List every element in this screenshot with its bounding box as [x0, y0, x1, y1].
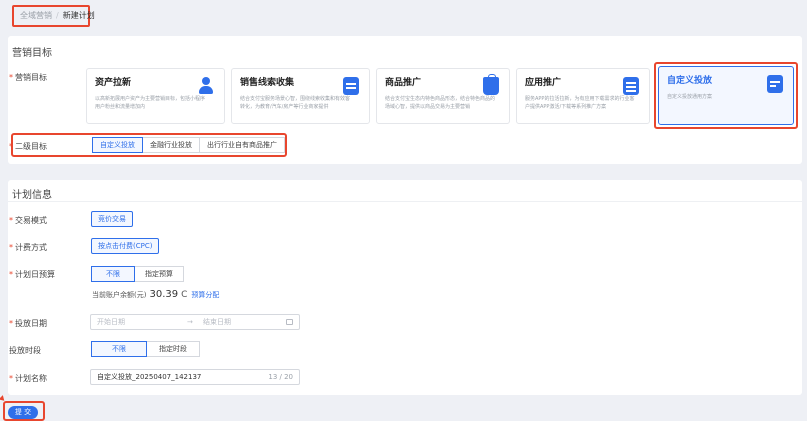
billing-label: * 计费方式 — [9, 243, 47, 252]
plan-name-input[interactable]: 自定义投放_20250407_142137 13 / 20 — [90, 369, 300, 385]
sub-goal-options: 自定义投放 金融行业投放 出行行业自有商品推广 — [92, 137, 285, 153]
daily-budget-label: * 计划日预算 — [9, 270, 55, 279]
balance-label: 当前账户余额(元) — [92, 291, 147, 299]
account-balance: 当前账户余额(元) 30.39 C 预算分配 — [92, 289, 219, 300]
goal-card-app-promotion[interactable]: 应用推广 服务APP的拉活拉新，为有应用下载需求的行业客户提供APP激活/下载等… — [516, 68, 650, 124]
sub-goal-label: * 二级目标 — [9, 142, 47, 151]
plan-name-value: 自定义投放_20250407_142137 — [97, 373, 202, 381]
marketing-goal-title: 营销目标 — [12, 48, 52, 59]
time-slot-options: 不限 指定时段 — [91, 341, 200, 357]
time-slot-unlimited[interactable]: 不限 — [91, 341, 147, 357]
breadcrumb-separator: / — [56, 11, 59, 20]
delivery-date-label: * 投放日期 — [9, 319, 47, 328]
app-icon — [623, 77, 639, 95]
goal-card-product-promotion[interactable]: 商品推广 结合支付宝生态内特色商品形态，结合特色商品的场域心智，提供以商品交易为… — [376, 68, 510, 124]
daily-budget-options: 不限 指定预算 — [91, 266, 184, 282]
goal-card-asset-acquisition[interactable]: 资产拉新 以高新拓展用户资产为主要营销目标，包括小程序用户粉丝和流量增加内 — [86, 68, 225, 124]
clue-icon — [343, 77, 359, 95]
arrow-right-icon: → — [187, 318, 193, 326]
goal-card-desc: 结合支付宝服务场景心智，围绕线索收集和有效客转化，为教育/汽车/房产等行业商家提… — [240, 96, 351, 110]
sub-goal-option-custom[interactable]: 自定义投放 — [92, 137, 143, 153]
char-counter: 13 / 20 — [268, 373, 293, 381]
sub-goal-option-travel[interactable]: 出行行业自有商品推广 — [199, 137, 285, 153]
trade-mode-label: * 交易模式 — [9, 216, 47, 225]
breadcrumb: 全域营销 / 新建计划 — [12, 5, 95, 27]
time-slot-label: 投放时段 — [9, 346, 41, 355]
goal-card-desc: 结合支付宝生态内特色商品形态，结合特色商品的场域心智，提供以商品交易为主要营销 — [385, 96, 496, 110]
balance-value: 30.39 — [149, 289, 179, 300]
shopping-bag-icon — [483, 74, 499, 95]
end-date-input[interactable]: 结束日期 — [203, 315, 231, 329]
submit-button[interactable]: 提 交 — [8, 406, 38, 419]
billing-option[interactable]: 按点击付费(CPC) — [91, 238, 160, 254]
breadcrumb-current: 新建计划 — [62, 11, 95, 20]
person-icon — [198, 77, 214, 95]
daily-budget-unlimited[interactable]: 不限 — [91, 266, 135, 282]
plan-info-title: 计划信息 — [12, 190, 52, 201]
selected-goal-highlight — [654, 62, 798, 129]
marketing-goal-label: * 营销目标 — [9, 73, 47, 82]
daily-budget-specified[interactable]: 指定预算 — [134, 266, 184, 282]
start-date-input[interactable]: 开始日期 — [97, 318, 125, 326]
breadcrumb-parent-link[interactable]: 全域营销 — [20, 11, 52, 20]
goal-card-desc: 以高新拓展用户资产为主要营销目标，包括小程序用户粉丝和流量增加内 — [95, 96, 206, 110]
refresh-icon[interactable]: C — [181, 290, 187, 300]
budget-allocation-link[interactable]: 预算分配 — [191, 291, 219, 299]
trade-mode-option[interactable]: 竞价交易 — [91, 211, 133, 227]
date-range-picker[interactable]: 开始日期 → 结束日期 — [90, 314, 300, 330]
plan-name-label: * 计划名称 — [9, 374, 47, 383]
sub-goal-option-finance[interactable]: 金融行业投放 — [142, 137, 200, 153]
goal-card-sales-leads[interactable]: 销售线索收集 结合支付宝服务场景心智，围绕线索收集和有效客转化，为教育/汽车/房… — [231, 68, 370, 124]
time-slot-specified[interactable]: 指定时段 — [146, 341, 200, 357]
divider — [8, 201, 802, 202]
goal-card-desc: 服务APP的拉活拉新，为有应用下载需求的行业客户提供APP激活/下载等系列推广方… — [525, 96, 635, 110]
calendar-icon — [286, 319, 293, 325]
